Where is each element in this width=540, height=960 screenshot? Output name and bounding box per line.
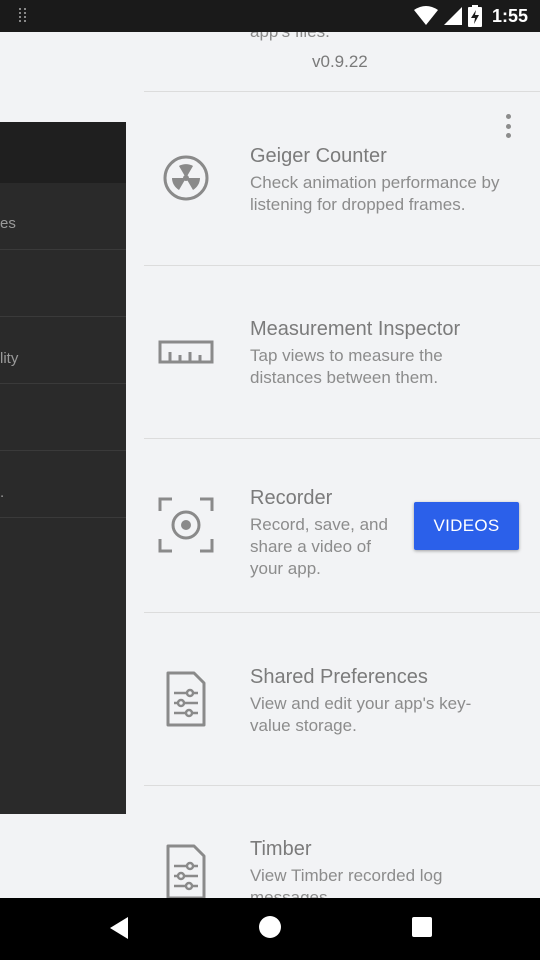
tool-item-recorder[interactable]: Recorder Record, save, and share a video… (144, 439, 540, 612)
drawer-header (0, 122, 126, 183)
wifi-icon (413, 6, 438, 25)
status-time: 1:55 (491, 5, 528, 26)
battery-charging-icon (467, 5, 482, 27)
tool-item-geiger-counter[interactable]: Geiger Counter Check animation performan… (144, 92, 540, 265)
videos-button[interactable]: VIDEOS (414, 502, 519, 550)
left-blank-area (0, 32, 144, 121)
overflow-menu-icon[interactable] (498, 112, 518, 140)
radiation-icon (163, 155, 209, 201)
tool-title: Measurement Inspector (250, 318, 461, 340)
signal-icon (443, 7, 462, 25)
tool-title: Timber (250, 838, 312, 860)
tool-title: Shared Preferences (250, 666, 428, 688)
tool-description: Check animation performance by listening… (250, 173, 500, 214)
tool-description: View and edit your app's key- value stor… (250, 694, 472, 735)
log-file-icon (166, 844, 206, 898)
home-icon[interactable] (259, 916, 281, 938)
tool-description: Record, save, and share a video of your … (250, 515, 388, 578)
recents-icon[interactable] (412, 917, 432, 937)
back-icon[interactable] (108, 916, 130, 940)
status-bar: 1:55 (0, 0, 540, 32)
tool-item-timber[interactable]: Timber View Timber recorded log messages… (144, 786, 540, 898)
tool-description: View Timber recorded log messages. (250, 866, 443, 898)
tool-title: Recorder (250, 487, 333, 509)
tool-item-measurement-inspector[interactable]: Measurement Inspector Tap views to measu… (144, 266, 540, 439)
navigation-bar (0, 898, 540, 960)
drawer-item[interactable] (0, 250, 126, 317)
previous-item-description: app's files. (250, 32, 330, 42)
version-label: v0.9.22 (312, 52, 368, 71)
drawer-item[interactable] (0, 384, 126, 451)
tool-title: Geiger Counter (250, 145, 387, 167)
ruler-icon (158, 340, 214, 364)
debug-dots-icon (19, 8, 26, 22)
side-drawer[interactable]: es lity . (0, 122, 126, 814)
tool-description: Tap views to measure the distances betwe… (250, 346, 443, 387)
drawer-item[interactable]: lity (0, 317, 126, 384)
tool-item-shared-preferences[interactable]: Shared Preferences View and edit your ap… (144, 613, 540, 786)
settings-file-icon (166, 671, 206, 727)
drawer-item[interactable]: . (0, 451, 126, 518)
drawer-item[interactable]: es (0, 183, 126, 250)
record-icon (158, 497, 214, 553)
